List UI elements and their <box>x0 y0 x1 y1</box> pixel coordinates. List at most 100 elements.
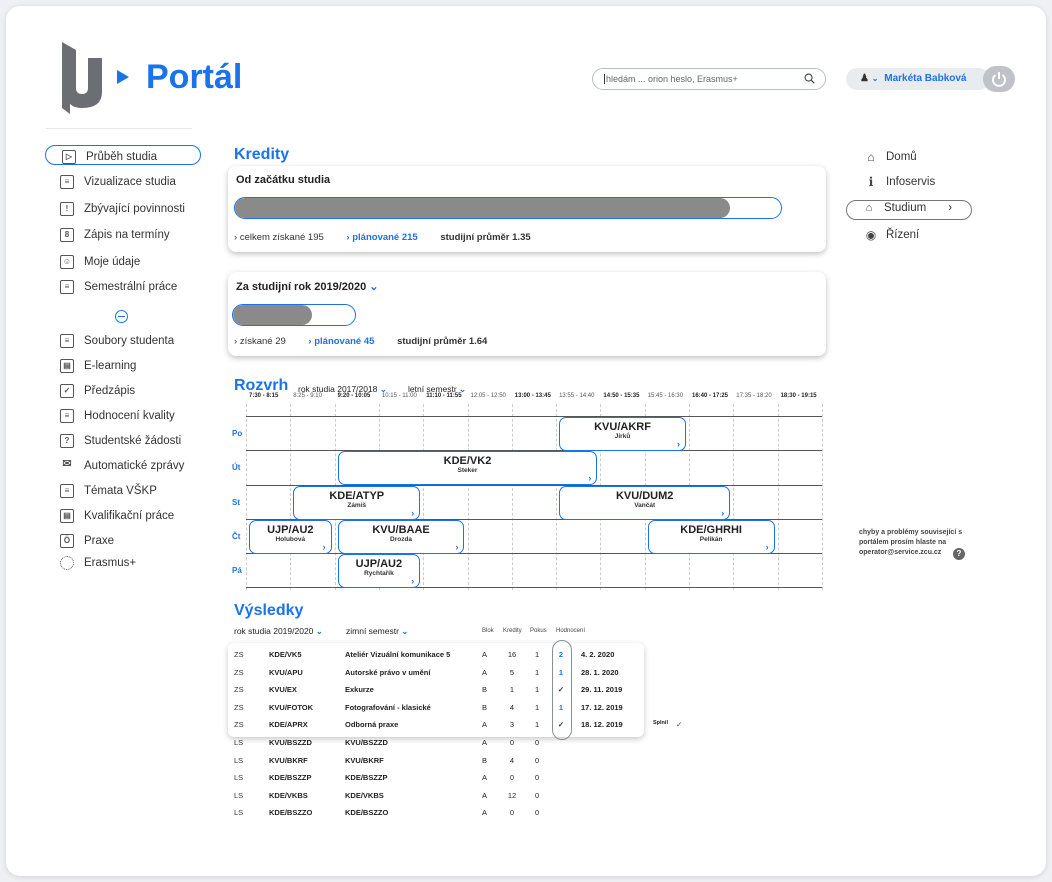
chevron-down-icon: ⌄ <box>401 626 409 636</box>
help-icon[interactable]: ? <box>953 548 965 560</box>
timetable-event[interactable]: UJP/AU2 Holubová › <box>249 520 332 554</box>
event-teacher: Holubová <box>275 536 306 543</box>
flask-icon: Ö <box>60 534 74 548</box>
right-nav-item-0[interactable]: ⌂ Domů <box>864 150 916 164</box>
timetable-row-divider <box>246 416 822 417</box>
credits-year-planned[interactable]: › plánované 45 <box>308 336 384 347</box>
timetable-event[interactable]: UJP/AU2 Rychtařík › <box>337 554 421 588</box>
sidebar-item-15[interactable]: Erasmus+ <box>60 553 136 573</box>
sidebar-item-2[interactable]: ! Zbývající povinnosti <box>60 199 185 219</box>
right-nav-item-3[interactable]: ◉ Řízení <box>864 228 920 242</box>
cell-code: KDE/BSZZP <box>269 773 312 783</box>
cell-block: A <box>482 720 488 730</box>
credits-year-selector[interactable]: Za studijní rok 2019/2020 ⌄ <box>236 280 379 293</box>
cell-date: 17. 12. 2019 <box>581 702 623 712</box>
col-grade: Hodnocení <box>556 628 586 634</box>
sidebar-item-1[interactable]: ≡ Vizualizace studia <box>60 172 176 192</box>
timetable-slot-header: 9:20 - 10:05 <box>337 393 371 399</box>
collapse-toggle-icon[interactable] <box>115 310 128 323</box>
cell-sem: ZS <box>234 720 244 730</box>
calendar-icon: 8 <box>60 228 74 242</box>
timetable-event[interactable]: KVU/DUM2 Vančát › <box>559 486 731 520</box>
timetable-day-label: Út <box>232 463 241 472</box>
logout-button[interactable] <box>983 66 1015 92</box>
results-year-select[interactable]: rok studia 2019/2020 ⌄ <box>234 626 323 637</box>
sidebar-item-3[interactable]: 8 Zápis na termíny <box>60 225 170 245</box>
loading-circle-icon <box>60 556 74 570</box>
sidebar-item-6[interactable]: ≡ Soubory studenta <box>60 331 174 351</box>
sidebar-item-14[interactable]: Ö Praxe <box>60 531 114 551</box>
portal-logo-icon <box>62 42 102 114</box>
timetable-event[interactable]: KDE/ATYP Zámiš › <box>293 486 421 520</box>
cell-sem: ZS <box>234 667 244 677</box>
sidebar-item-11[interactable]: ✉ Automatické zprávy <box>60 456 184 476</box>
timetable-gridline <box>733 404 735 590</box>
cell-name: Autorské právo v umění <box>345 667 431 677</box>
sidebar-item-9[interactable]: ≡ Hodnocení kvality <box>60 406 175 426</box>
credits-total-earned[interactable]: › celkem získané 195 <box>234 232 334 243</box>
sidebar-item-5[interactable]: ≡ Semestrální práce <box>60 277 177 297</box>
sidebar-item-7[interactable]: ▤ E-learning <box>60 356 136 376</box>
timetable-event[interactable]: KVU/AKRF Jirků › <box>559 417 686 451</box>
credits-total-planned[interactable]: › plánované 215 <box>346 232 427 243</box>
sidebar-item-13[interactable]: ▤ Kvalifikační práce <box>60 506 174 526</box>
exclamation-icon: ! <box>60 202 74 216</box>
timetable-gridline <box>777 404 779 590</box>
search-input[interactable]: hledám ... orion heslo, Erasmus+ <box>592 68 826 90</box>
timetable-gridline <box>556 404 558 590</box>
sidebar-item-12[interactable]: ≡ Témata VŠKP <box>60 481 157 501</box>
progress-icon: ▷ <box>62 150 76 164</box>
chevron-down-icon: ⌄ <box>369 281 379 293</box>
credits-year-stats: › získané 29 › plánované 45 studijní prů… <box>234 336 487 347</box>
sidebar-item-0[interactable]: ▷ Průběh studia <box>62 147 157 167</box>
credits-total-average: studijní průměr 1.35 <box>440 232 531 243</box>
right-nav-label: Studium <box>884 202 927 214</box>
cell-block: A <box>482 808 488 818</box>
event-teacher: Drozda <box>390 536 413 543</box>
timetable-event[interactable]: KDE/GHRHI Pelikán › <box>647 520 775 554</box>
cell-code: KVU/FOTOK <box>269 702 314 712</box>
cell-block: B <box>482 702 488 712</box>
right-nav-item-1[interactable]: i Infoservis <box>864 175 936 189</box>
timetable-event[interactable]: KVU/BAAE Drozda › <box>337 520 465 554</box>
sidebar-item-label: Zápis na termíny <box>84 229 170 241</box>
credits-year-title: Za studijní rok 2019/2020 <box>236 281 367 293</box>
cell-sem: ZS <box>234 685 244 695</box>
event-teacher: Jirků <box>614 433 631 440</box>
credits-total-panel: Od začátku studia › celkem získané 195 ›… <box>228 166 826 252</box>
timetable-event[interactable]: KDE/VK2 Steker › <box>337 451 598 485</box>
event-code: KVU/AKRF <box>594 421 651 433</box>
event-code: KDE/VK2 <box>443 455 492 467</box>
sidebar-item-label: Studentské žádosti <box>84 435 182 447</box>
rating-icon: ≡ <box>60 409 74 423</box>
credits-year-average: studijní průměr 1.64 <box>397 336 488 347</box>
timetable-slot-header: 7:30 - 8:15 <box>249 393 279 399</box>
timetable-gridline <box>423 404 425 590</box>
cell-code: KVU/BKRF <box>269 755 308 765</box>
search-icon[interactable] <box>804 73 815 84</box>
sidebar-item-label: Kvalifikační práce <box>84 510 175 522</box>
results-semester-select[interactable]: zimní semestr ⌄ <box>346 626 408 637</box>
sidebar-item-10[interactable]: ? Studentské žádosti <box>60 431 181 451</box>
sidebar-item-8[interactable]: ✓ Předzápis <box>60 381 135 401</box>
user-menu[interactable]: ♟ ⌄ Markéta Babková <box>846 68 990 90</box>
credits-year-earned[interactable]: › získané 29 <box>234 336 296 347</box>
cell-code: KVU/APU <box>269 667 303 677</box>
app-title[interactable]: Portál <box>146 58 242 97</box>
person-card-icon: ☺ <box>60 255 74 269</box>
cell-code: KDE/APRX <box>269 720 308 730</box>
sidebar-item-4[interactable]: ☺ Moje údaje <box>60 252 140 272</box>
results-title: Výsledky <box>234 602 304 619</box>
right-nav-item-2[interactable]: ⌂ Studium › <box>862 202 952 214</box>
user-name: Markéta Babková <box>884 73 967 84</box>
cell-credits: 1 <box>509 685 515 695</box>
user-icon: ♟ <box>860 73 869 84</box>
info-icon: i <box>868 175 874 189</box>
credits-year-progress <box>232 304 356 326</box>
timetable-slot-header: 10:15 - 11:00 <box>381 393 417 399</box>
event-code: UJP/AU2 <box>267 524 314 536</box>
timetable-day-label: St <box>232 498 240 507</box>
cell-block: B <box>482 685 488 695</box>
cell-block: A <box>482 773 488 783</box>
cell-code: KVU/EX <box>269 685 297 695</box>
